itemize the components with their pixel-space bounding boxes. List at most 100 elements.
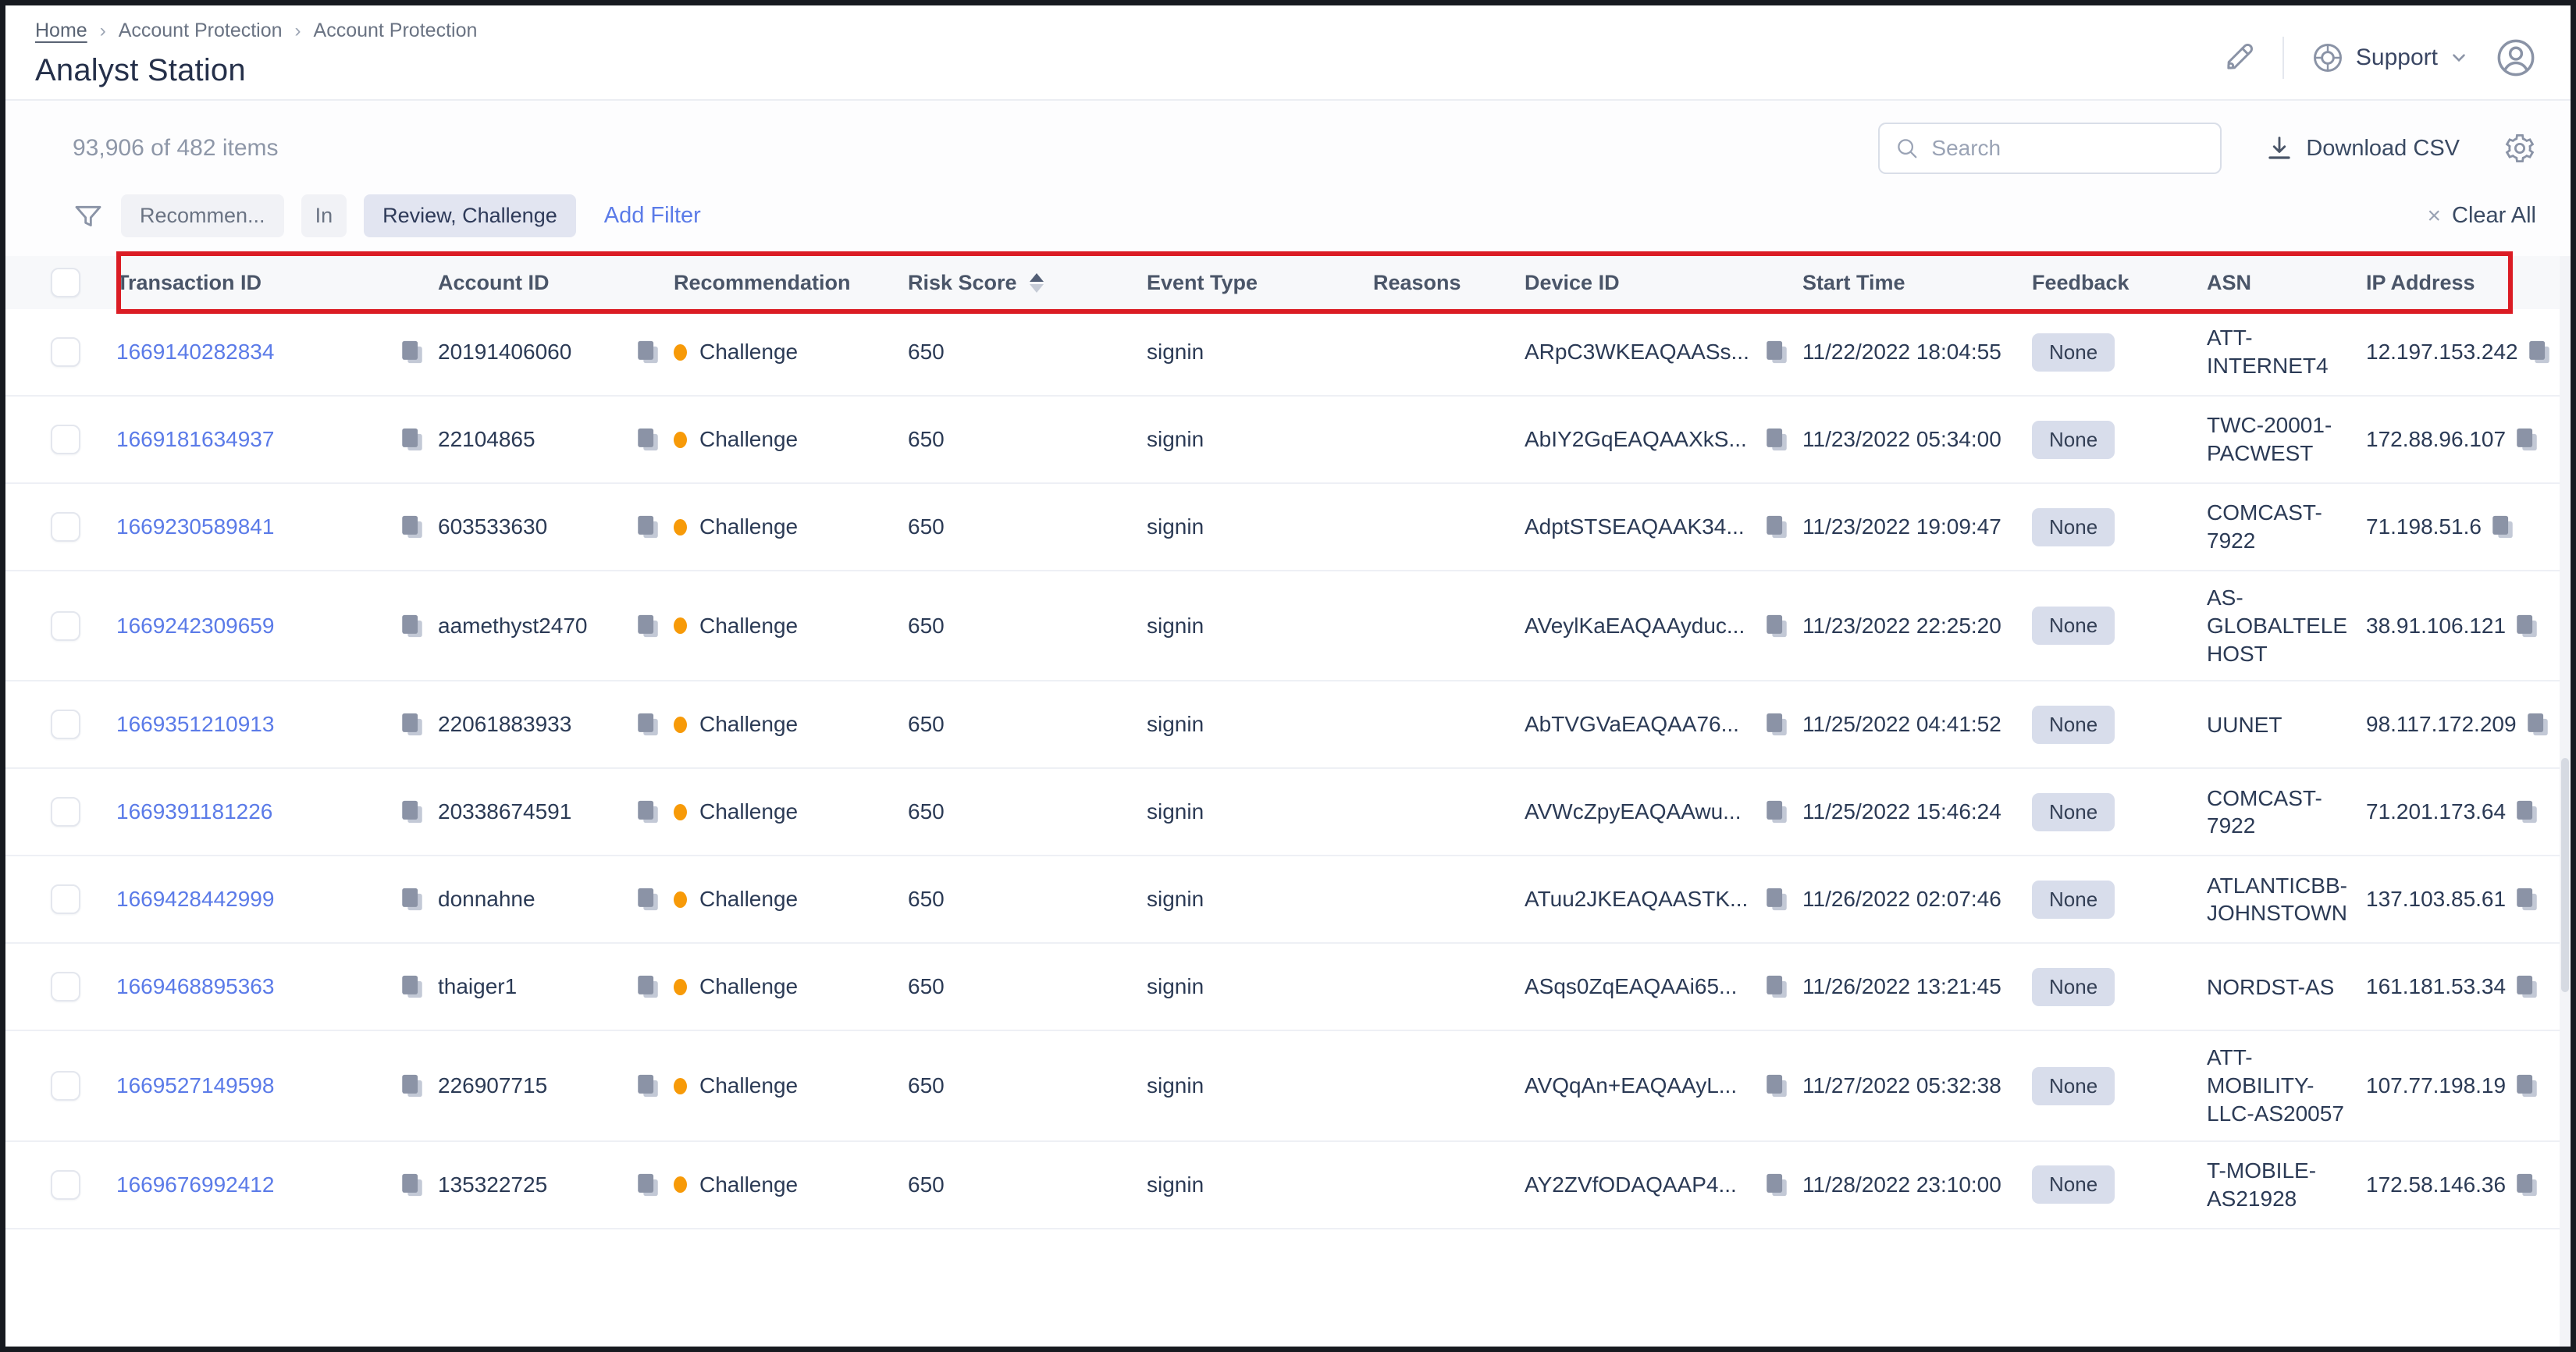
filter-chip-operator[interactable]: In bbox=[301, 194, 347, 237]
filter-chip-value[interactable]: Review, Challenge bbox=[364, 194, 576, 237]
copy-icon[interactable] bbox=[635, 797, 661, 827]
copy-icon[interactable] bbox=[2514, 425, 2540, 454]
filter-chip-field[interactable]: Recommen... bbox=[121, 194, 284, 237]
column-header-device-id[interactable]: Device ID bbox=[1525, 271, 1802, 295]
column-header-recommendation[interactable]: Recommendation bbox=[674, 271, 908, 295]
copy-icon[interactable] bbox=[1763, 1071, 1790, 1101]
copy-icon[interactable] bbox=[2524, 710, 2551, 739]
table-row[interactable]: 1669676992412 135322725 Challenge 650 si… bbox=[5, 1142, 2571, 1229]
copy-icon[interactable] bbox=[2489, 512, 2516, 542]
search-input[interactable] bbox=[1931, 136, 2204, 161]
transaction-id-link[interactable]: 1669140282834 bbox=[116, 340, 274, 365]
scrollbar[interactable] bbox=[2560, 256, 2571, 1347]
column-header-event-type[interactable]: Event Type bbox=[1147, 271, 1373, 295]
transaction-id-link[interactable]: 1669527149598 bbox=[116, 1073, 274, 1098]
transaction-id-link[interactable]: 1669676992412 bbox=[116, 1172, 274, 1197]
transaction-id-link[interactable]: 1669351210913 bbox=[116, 712, 274, 737]
copy-icon[interactable] bbox=[635, 1170, 661, 1200]
table-row[interactable]: 1669391181226 20338674591 Challenge 650 … bbox=[5, 769, 2571, 856]
copy-icon[interactable] bbox=[635, 337, 661, 367]
edit-pen-icon[interactable] bbox=[2222, 41, 2256, 75]
column-header-ip-address[interactable]: IP Address bbox=[2366, 271, 2571, 295]
copy-icon[interactable] bbox=[1763, 337, 1790, 367]
copy-icon[interactable] bbox=[399, 512, 425, 542]
avatar[interactable] bbox=[2496, 37, 2536, 78]
copy-icon[interactable] bbox=[399, 1170, 425, 1200]
column-header-start-time[interactable]: Start Time bbox=[1802, 271, 2032, 295]
table-row[interactable]: 1669181634937 22104865 Challenge 650 sig… bbox=[5, 397, 2571, 484]
clear-all-button[interactable]: × Clear All bbox=[2427, 203, 2536, 229]
column-header-transaction-id[interactable]: Transaction ID bbox=[116, 271, 438, 295]
row-checkbox[interactable] bbox=[51, 425, 80, 454]
copy-icon[interactable] bbox=[635, 425, 661, 454]
support-label: Support bbox=[2356, 44, 2438, 71]
copy-icon[interactable] bbox=[399, 710, 425, 739]
sort-ascending-icon[interactable] bbox=[1030, 273, 1044, 293]
copy-icon[interactable] bbox=[1763, 512, 1790, 542]
row-checkbox[interactable] bbox=[51, 512, 80, 542]
copy-icon[interactable] bbox=[2514, 972, 2540, 1002]
copy-icon[interactable] bbox=[1763, 972, 1790, 1002]
copy-icon[interactable] bbox=[399, 1071, 425, 1101]
breadcrumb-item-account-protection[interactable]: Account Protection bbox=[119, 20, 283, 42]
download-csv-button[interactable]: Download CSV bbox=[2265, 134, 2460, 162]
column-header-risk-score[interactable]: Risk Score bbox=[908, 271, 1147, 295]
table-row[interactable]: 1669527149598 226907715 Challenge 650 si… bbox=[5, 1031, 2571, 1141]
copy-icon[interactable] bbox=[1763, 884, 1790, 914]
copy-icon[interactable] bbox=[2514, 884, 2540, 914]
row-checkbox[interactable] bbox=[51, 337, 80, 367]
transaction-id-link[interactable]: 1669391181226 bbox=[116, 799, 272, 824]
copy-icon[interactable] bbox=[2526, 337, 2553, 367]
copy-icon[interactable] bbox=[399, 425, 425, 454]
copy-icon[interactable] bbox=[399, 972, 425, 1002]
row-checkbox[interactable] bbox=[51, 1170, 80, 1200]
table-row[interactable]: 1669242309659 aamethyst2470 Challenge 65… bbox=[5, 571, 2571, 681]
transaction-id-link[interactable]: 1669428442999 bbox=[116, 887, 274, 912]
copy-icon[interactable] bbox=[1763, 797, 1790, 827]
copy-icon[interactable] bbox=[399, 884, 425, 914]
row-checkbox[interactable] bbox=[51, 611, 80, 641]
copy-icon[interactable] bbox=[635, 611, 661, 641]
column-header-feedback[interactable]: Feedback bbox=[2032, 271, 2207, 295]
copy-icon[interactable] bbox=[399, 797, 425, 827]
row-checkbox[interactable] bbox=[51, 710, 80, 739]
copy-icon[interactable] bbox=[2514, 797, 2540, 827]
copy-icon[interactable] bbox=[2514, 1170, 2540, 1200]
copy-icon[interactable] bbox=[1763, 710, 1790, 739]
copy-icon[interactable] bbox=[399, 611, 425, 641]
breadcrumb-item-home[interactable]: Home bbox=[35, 20, 87, 42]
table-row[interactable]: 1669140282834 20191406060 Challenge 650 … bbox=[5, 309, 2571, 397]
table-row[interactable]: 1669351210913 22061883933 Challenge 650 … bbox=[5, 681, 2571, 769]
copy-icon[interactable] bbox=[1763, 1170, 1790, 1200]
row-checkbox[interactable] bbox=[51, 972, 80, 1002]
column-header-account-id[interactable]: Account ID bbox=[438, 271, 674, 295]
copy-icon[interactable] bbox=[1763, 611, 1790, 641]
row-checkbox[interactable] bbox=[51, 884, 80, 914]
column-header-reasons[interactable]: Reasons bbox=[1373, 271, 1525, 295]
table-row[interactable]: 1669428442999 donnahne Challenge 650 sig… bbox=[5, 856, 2571, 944]
row-checkbox[interactable] bbox=[51, 797, 80, 827]
copy-icon[interactable] bbox=[2514, 611, 2540, 641]
scrollbar-thumb[interactable] bbox=[2561, 758, 2569, 992]
add-filter-button[interactable]: Add Filter bbox=[604, 203, 701, 229]
column-header-asn[interactable]: ASN bbox=[2207, 271, 2366, 295]
support-menu[interactable]: Support bbox=[2311, 41, 2469, 75]
transaction-id-link[interactable]: 1669242309659 bbox=[116, 614, 274, 639]
transaction-id-link[interactable]: 1669230589841 bbox=[116, 514, 274, 539]
settings-gear-icon[interactable] bbox=[2503, 132, 2536, 165]
copy-icon[interactable] bbox=[2514, 1071, 2540, 1101]
transaction-id-link[interactable]: 1669468895363 bbox=[116, 974, 274, 999]
transaction-id-link[interactable]: 1669181634937 bbox=[116, 427, 274, 452]
select-all-checkbox[interactable] bbox=[51, 268, 80, 297]
copy-icon[interactable] bbox=[635, 972, 661, 1002]
copy-icon[interactable] bbox=[635, 710, 661, 739]
copy-icon[interactable] bbox=[399, 337, 425, 367]
copy-icon[interactable] bbox=[635, 1071, 661, 1101]
table-row[interactable]: 1669468895363 thaiger1 Challenge 650 sig… bbox=[5, 944, 2571, 1031]
copy-icon[interactable] bbox=[635, 884, 661, 914]
search-box[interactable] bbox=[1878, 123, 2222, 174]
table-row[interactable]: 1669230589841 603533630 Challenge 650 si… bbox=[5, 484, 2571, 571]
copy-icon[interactable] bbox=[635, 512, 661, 542]
row-checkbox[interactable] bbox=[51, 1071, 80, 1101]
copy-icon[interactable] bbox=[1763, 425, 1790, 454]
